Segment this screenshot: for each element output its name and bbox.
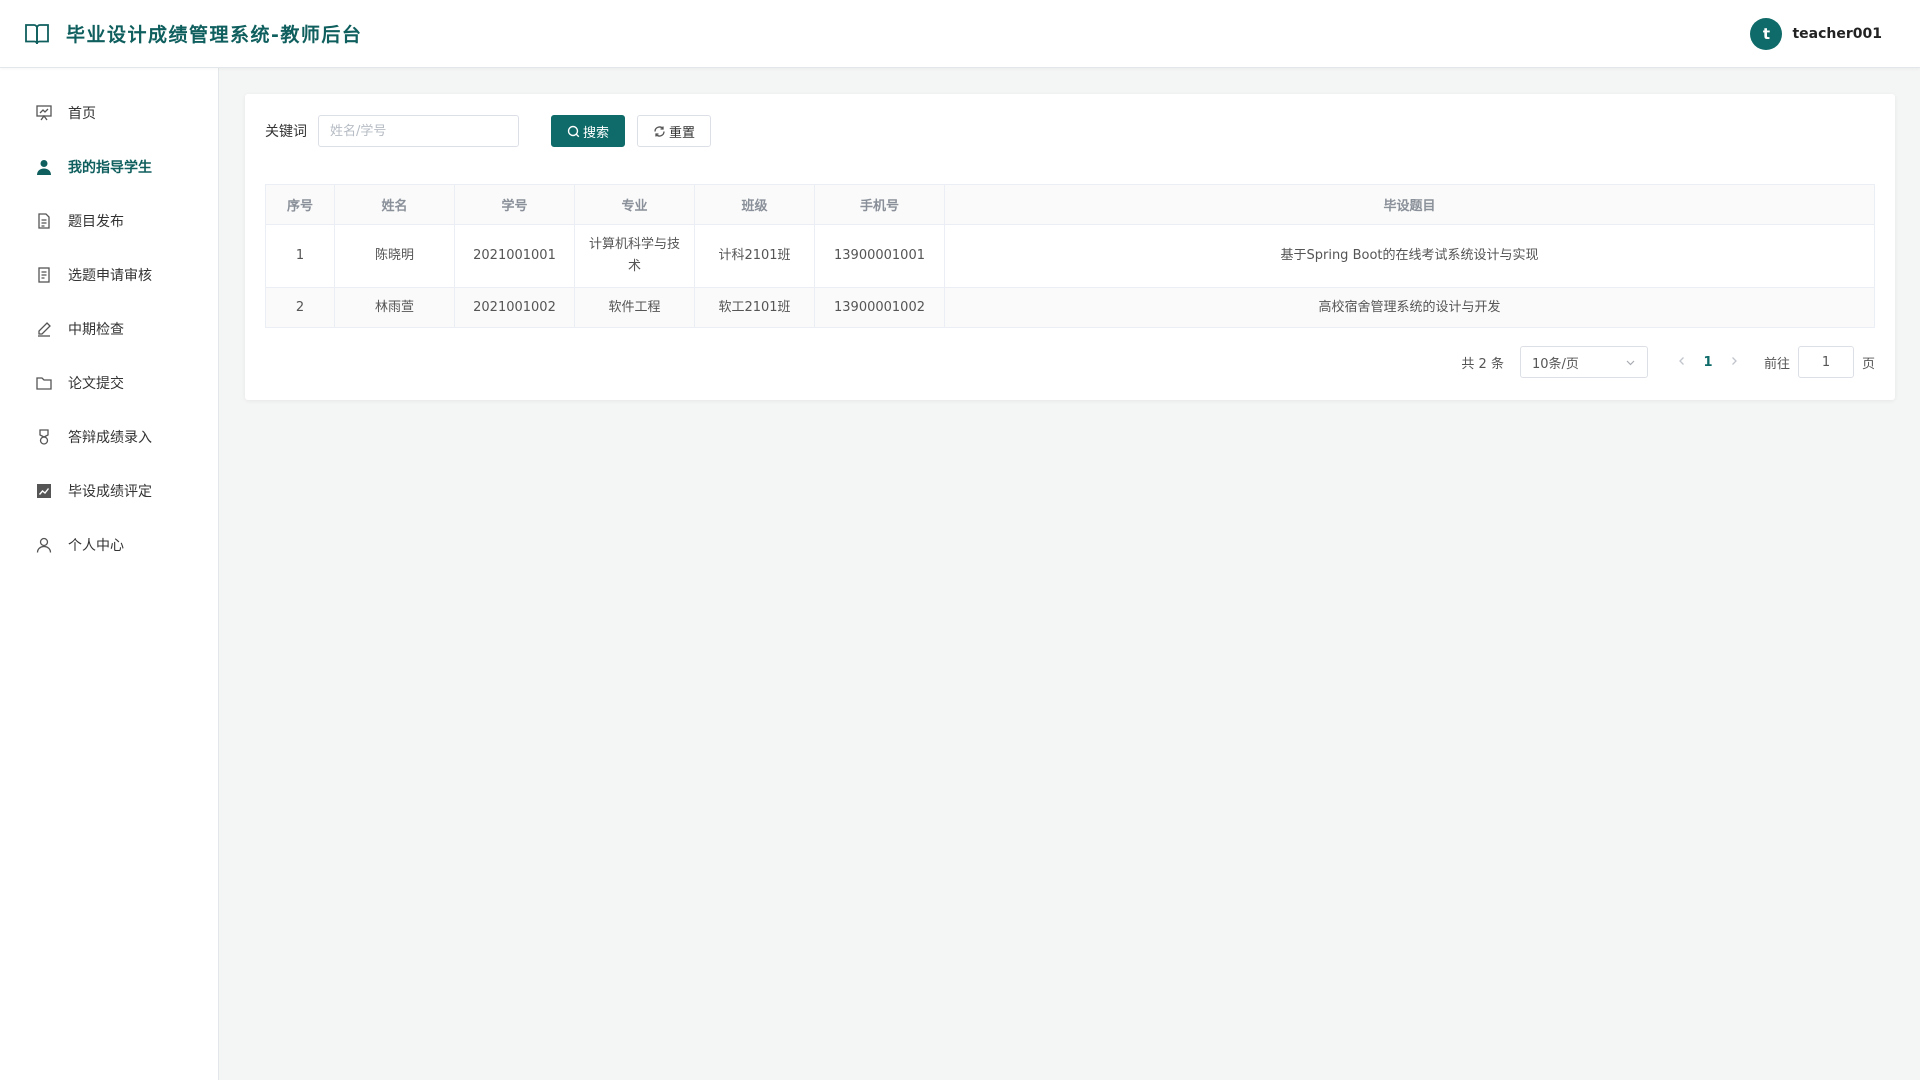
chevron-right-icon <box>1732 356 1737 365</box>
table-cell: 计科2101班 <box>694 224 815 288</box>
sidebar-item-label: 中期检查 <box>68 322 124 338</box>
table-cell: 13900001001 <box>814 224 945 288</box>
total-count: 共 2 条 <box>1461 356 1504 372</box>
table-cell: 高校宿舍管理系统的设计与开发 <box>944 287 1875 328</box>
column-header[interactable]: 序号 <box>265 184 335 225</box>
username[interactable]: teacher001 <box>1792 26 1882 42</box>
table-cell: 陈晓明 <box>334 224 455 288</box>
column-header[interactable]: 专业 <box>574 184 695 225</box>
reset-button[interactable]: 重置 <box>637 115 712 147</box>
chart-icon <box>34 481 54 501</box>
students-table: 序号 姓名 学号 专业 班级 手机号 毕设题目 1 陈晓明 2021001001… <box>265 184 1875 328</box>
folder-icon <box>34 373 54 393</box>
column-header[interactable]: 毕设题目 <box>944 184 1875 225</box>
student-list-card: 关键词 搜索 重置 序号 姓名 学号 专业 班级 手机号 毕设题目 <box>245 94 1895 400</box>
search-button-label: 搜索 <box>583 125 610 141</box>
avatar[interactable]: t <box>1750 17 1783 50</box>
table-header-row: 序号 姓名 学号 专业 班级 手机号 毕设题目 <box>265 184 1875 225</box>
document-icon <box>34 211 54 231</box>
refresh-icon <box>654 125 665 137</box>
chevron-down-icon <box>1626 360 1635 365</box>
top-header: 毕业设计成绩管理系统-教师后台 t teacher001 <box>0 0 1920 68</box>
page-number-current[interactable]: 1 <box>1692 355 1724 370</box>
medal-icon <box>34 427 54 447</box>
table-row[interactable]: 1 陈晓明 2021001001 计算机科学与技术 计科2101班 139000… <box>265 224 1875 288</box>
sidebar-item-final-grade[interactable]: 毕设成绩评定 <box>0 464 218 518</box>
sidebar-item-label: 论文提交 <box>68 376 124 392</box>
sidebar-item-midterm-check[interactable]: 中期检查 <box>0 302 218 356</box>
page-size-select[interactable]: 10条/页 <box>1519 346 1648 378</box>
column-header[interactable]: 姓名 <box>334 184 455 225</box>
keyword-label: 关键词 <box>265 124 307 140</box>
sidebar-item-label: 首页 <box>68 106 96 122</box>
table-cell: 1 <box>265 224 335 288</box>
prev-page-button[interactable] <box>1672 355 1692 370</box>
document-check-icon <box>34 265 54 285</box>
sidebar-item-label: 题目发布 <box>68 214 124 230</box>
sidebar-item-label: 答辩成绩录入 <box>68 430 152 446</box>
table-cell: 2021001002 <box>454 287 575 328</box>
book-icon <box>24 20 52 48</box>
sidebar-item-topic-review[interactable]: 选题申请审核 <box>0 248 218 302</box>
column-header[interactable]: 学号 <box>454 184 575 225</box>
page-size-value: 10条/页 <box>1531 356 1579 372</box>
user-icon <box>34 157 54 177</box>
sidebar-item-label: 选题申请审核 <box>68 268 152 284</box>
brand: 毕业设计成绩管理系统-教师后台 <box>0 20 362 48</box>
table-cell: 13900001002 <box>814 287 945 328</box>
keyword-input[interactable] <box>318 115 519 147</box>
user-menu[interactable]: t teacher001 <box>1750 17 1920 50</box>
table-cell: 基于Spring Boot的在线考试系统设计与实现 <box>944 224 1875 288</box>
column-header[interactable]: 手机号 <box>814 184 945 225</box>
page-suffix: 页 <box>1861 356 1875 372</box>
sidebar-item-profile[interactable]: 个人中心 <box>0 518 218 572</box>
column-header[interactable]: 班级 <box>694 184 815 225</box>
sidebar-item-my-students[interactable]: 我的指导学生 <box>0 140 218 194</box>
edit-pen-icon <box>34 319 54 339</box>
goto-page-input[interactable]: 1 <box>1797 346 1854 378</box>
sidebar: 首页 我的指导学生 题目发布 选题申请审核 中期检查 论文提交 答辩成绩录入 毕… <box>0 68 219 1080</box>
sidebar-item-home[interactable]: 首页 <box>0 86 218 140</box>
user-outline-icon <box>34 535 54 555</box>
search-bar: 关键词 搜索 重置 <box>265 115 712 147</box>
search-button[interactable]: 搜索 <box>551 115 626 147</box>
sidebar-item-label: 个人中心 <box>68 538 124 554</box>
sidebar-item-label: 毕设成绩评定 <box>68 484 152 500</box>
table-cell: 计算机科学与技术 <box>574 224 695 288</box>
table-cell: 软件工程 <box>574 287 695 328</box>
goto-label: 前往 <box>1763 356 1790 372</box>
reset-button-label: 重置 <box>669 125 696 141</box>
search-icon <box>567 125 580 137</box>
chevron-left-icon <box>1679 356 1684 365</box>
dashboard-icon <box>34 103 54 123</box>
app-title: 毕业设计成绩管理系统-教师后台 <box>66 24 363 46</box>
sidebar-item-thesis-submit[interactable]: 论文提交 <box>0 356 218 410</box>
pagination: 共 2 条 10条/页 1 前往 1 页 <box>1461 346 1875 378</box>
table-cell: 2021001001 <box>454 224 575 288</box>
sidebar-item-label: 我的指导学生 <box>68 160 152 176</box>
sidebar-item-defense-score[interactable]: 答辩成绩录入 <box>0 410 218 464</box>
sidebar-item-topic-publish[interactable]: 题目发布 <box>0 194 218 248</box>
table-row[interactable]: 2 林雨萱 2021001002 软件工程 软工2101班 1390000100… <box>265 287 1875 328</box>
next-page-button[interactable] <box>1724 355 1744 370</box>
table-cell: 软工2101班 <box>694 287 815 328</box>
table-cell: 2 <box>265 287 335 328</box>
table-cell: 林雨萱 <box>334 287 455 328</box>
